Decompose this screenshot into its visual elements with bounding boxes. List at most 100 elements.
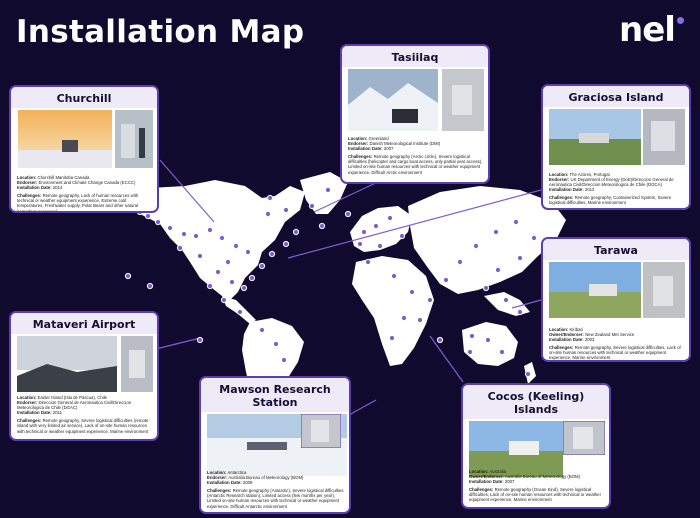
- cocos-connector: [429, 335, 464, 383]
- installation-marker: [442, 276, 450, 284]
- card-photos: [201, 412, 349, 478]
- photo-mataveri-equipment: [121, 336, 153, 392]
- card-info: Location: Greenland Endorser: Danish Met…: [348, 136, 484, 175]
- installation-marker: [282, 240, 290, 248]
- installation-marker: [456, 258, 464, 266]
- installation-marker: [386, 214, 394, 222]
- installation-marker: [388, 334, 396, 342]
- installation-marker: [360, 228, 368, 236]
- photo-graciosa-equipment: [643, 109, 685, 165]
- date-value: 2009: [242, 480, 253, 486]
- card-info: Location: Kiribati Owner/Endorser: New Z…: [549, 327, 685, 360]
- installation-marker: [466, 348, 474, 356]
- endorser-value: Australia Bureau of Meteorology (BOM): [504, 474, 581, 480]
- card-photos: [342, 67, 488, 131]
- installation-marker: [372, 222, 380, 230]
- installation-marker: [376, 242, 384, 250]
- photo-mataveri-site: [17, 336, 117, 392]
- mataveri-connector: [151, 337, 201, 351]
- installation-marker: [258, 326, 266, 334]
- installation-marker: [258, 262, 266, 270]
- photo-mawson-equipment: [301, 414, 341, 448]
- card-mawson-research-station[interactable]: Mawson Research Station Location: Antarc…: [199, 376, 351, 514]
- installation-marker: [192, 232, 200, 240]
- installation-marker: [364, 258, 372, 266]
- installation-marker: [282, 206, 290, 214]
- installation-marker: [356, 240, 364, 248]
- installation-marker: [408, 288, 416, 296]
- installation-marker: [468, 332, 476, 340]
- southeast-asia: [484, 292, 530, 316]
- card-title: Tasiilaq: [342, 46, 488, 67]
- installation-marker: [512, 218, 520, 226]
- card-graciosa-island[interactable]: Graciosa Island Location: The Azores, Po…: [541, 84, 691, 210]
- installation-marker: [472, 242, 480, 250]
- installation-marker: [266, 194, 274, 202]
- installation-marker: [492, 228, 500, 236]
- installation-marker: [240, 284, 248, 292]
- installation-marker: [196, 252, 204, 260]
- card-tasiilaq[interactable]: Tasiilaq Location: Greenland Endorser: D…: [340, 44, 490, 184]
- installation-marker: [516, 308, 524, 316]
- photo-graciosa-site: [549, 109, 641, 165]
- photo-tasiilaq-site: [348, 69, 438, 131]
- date-value: 2007: [383, 146, 394, 152]
- installation-marker: [196, 336, 204, 344]
- date-label: Installation Date:: [348, 146, 383, 152]
- installation-marker: [516, 254, 524, 262]
- card-title: Cocos (Keeling) Islands: [463, 385, 609, 419]
- card-photos: [11, 108, 157, 172]
- installation-marker: [308, 202, 316, 210]
- photo-churchill-equipment: [115, 110, 153, 168]
- photo-tarawa-site: [549, 262, 641, 318]
- date-value: 2014: [52, 185, 63, 191]
- installation-marker: [416, 316, 424, 324]
- installation-marker: [236, 308, 244, 316]
- installation-marker: [272, 340, 280, 348]
- installation-marker: [292, 228, 300, 236]
- installation-marker: [498, 348, 506, 356]
- installation-marker: [482, 284, 490, 292]
- card-info: Location: Antarctica Endorser: Australia…: [207, 470, 345, 509]
- nel-logo: nel: [619, 10, 676, 50]
- photo-tasiilaq-equipment: [442, 69, 484, 131]
- installation-marker: [176, 244, 184, 252]
- date-value: 2012: [584, 187, 595, 193]
- installation-marker: [344, 210, 352, 218]
- installation-marker: [400, 314, 408, 322]
- installation-marker: [206, 226, 214, 234]
- installation-marker: [484, 336, 492, 344]
- installation-marker: [124, 272, 132, 280]
- installation-marker: [166, 224, 174, 232]
- card-cocos-keeling-islands[interactable]: Cocos (Keeling) Islands Location: Austra…: [461, 383, 611, 509]
- card-title: Mataveri Airport: [11, 313, 157, 334]
- card-photos: [543, 107, 689, 167]
- card-title: Graciosa Island: [543, 86, 689, 107]
- card-title: Tarawa: [543, 239, 689, 260]
- card-info: Location: The Azores, Portugal Endorser:…: [549, 172, 685, 206]
- installation-marker: [206, 282, 214, 290]
- installation-marker: [318, 222, 326, 230]
- date-value: 2007: [504, 479, 515, 485]
- africa: [352, 256, 434, 366]
- installation-marker: [146, 282, 154, 290]
- photo-cocos-equipment: [563, 421, 605, 455]
- installation-marker: [154, 218, 162, 226]
- card-tarawa[interactable]: Tarawa Location: Kiribati Owner/Endorser…: [541, 237, 691, 362]
- card-mataveri-airport[interactable]: Mataveri Airport Location: Easter Island…: [9, 311, 159, 441]
- date-label: Installation Date:: [207, 480, 242, 486]
- date-value: 2003: [584, 337, 595, 343]
- card-info: Location: Easter Island (Isla de Pascua)…: [17, 395, 153, 434]
- installation-marker: [218, 234, 226, 242]
- date-label: Installation Date:: [17, 185, 52, 191]
- date-label: Installation Date:: [469, 479, 504, 485]
- date-label: Installation Date:: [549, 337, 584, 343]
- installation-marker: [436, 336, 444, 344]
- logo-dot: [677, 17, 684, 24]
- page-title: Installation Map: [16, 14, 305, 50]
- installation-marker: [144, 212, 152, 220]
- installation-marker: [248, 274, 256, 282]
- card-title: Churchill: [11, 87, 157, 108]
- installation-marker: [244, 248, 252, 256]
- card-churchill[interactable]: Churchill Location: Churchill Manitoba C…: [9, 85, 159, 213]
